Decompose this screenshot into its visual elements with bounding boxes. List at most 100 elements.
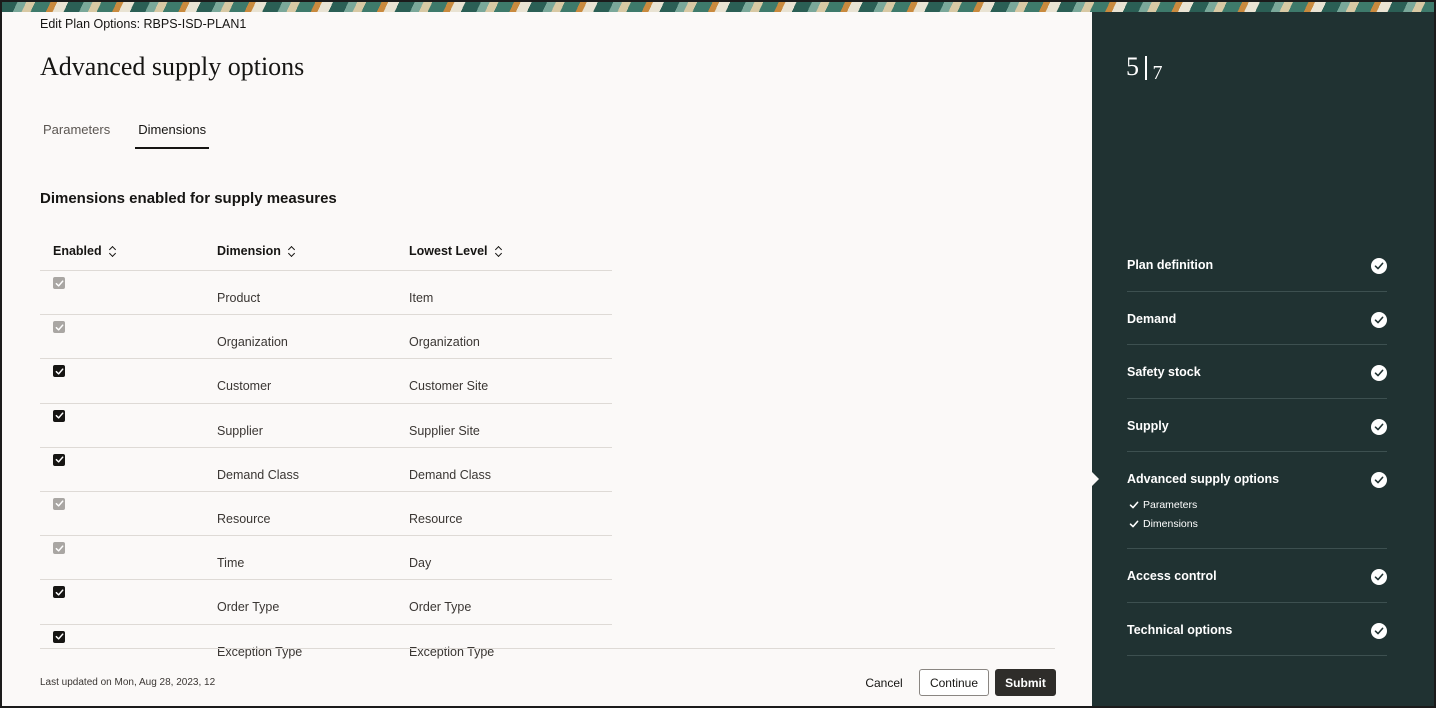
enabled-cell [40, 580, 217, 623]
train-stop-label: Advanced supply options [1127, 472, 1280, 486]
step-divider [1145, 56, 1147, 80]
last-updated-text: Last updated on Mon, Aug 28, 2023, 12 [40, 677, 216, 688]
lowest-level-cell: Supplier Site [409, 423, 480, 438]
dimension-cell: Customer [217, 379, 272, 394]
enabled-checkbox[interactable] [53, 630, 65, 643]
cancel-button[interactable]: Cancel [858, 669, 910, 696]
sub-step-parameters[interactable]: Parameters [1129, 499, 1197, 511]
check-circle-icon [1371, 418, 1387, 435]
enabled-cell [40, 315, 217, 358]
dimension-cell: Supplier [217, 423, 263, 438]
footer-divider [40, 648, 1055, 649]
lowest-level-cell: Demand Class [409, 467, 491, 482]
tab-dimensions[interactable]: Dimensions [135, 120, 210, 149]
tab-bar: Parameters Dimensions [40, 120, 231, 149]
enabled-checkbox[interactable] [53, 453, 65, 466]
page-title: Advanced supply options [40, 52, 305, 81]
enabled-cell [40, 359, 217, 402]
sub-step-dimensions[interactable]: Dimensions [1129, 518, 1198, 530]
dimension-cell: Resource [217, 511, 271, 526]
check-circle-icon [1371, 311, 1387, 328]
enabled-cell [40, 404, 217, 447]
continue-button[interactable]: Continue [919, 669, 989, 696]
enabled-checkbox [53, 542, 65, 555]
check-circle-icon [1371, 569, 1387, 585]
check-circle-icon [1371, 622, 1387, 639]
enabled-cell [40, 492, 217, 535]
dimension-cell: Exception Type [217, 644, 303, 659]
train-stop-label: Technical options [1127, 622, 1233, 637]
table-row: Time Day [40, 535, 612, 579]
train-stop-supply[interactable]: Supply [1127, 399, 1387, 452]
dimension-cell: Order Type [217, 600, 280, 615]
enabled-cell [40, 536, 217, 579]
lowest-level-cell: Day [409, 556, 432, 571]
table-row: Resource Resource [40, 490, 612, 535]
sort-icon[interactable] [495, 246, 503, 257]
dimension-cell: Product [217, 291, 261, 305]
dimensions-table: Enabled Dimension Lowest Level Product It… [40, 232, 612, 668]
column-header-dimension[interactable]: Dimension [217, 244, 409, 258]
table-row: Customer Customer Site [40, 358, 612, 402]
column-header-label: Enabled [53, 244, 102, 258]
checkmark-icon [1129, 500, 1143, 510]
lowest-level-cell: Exception Type [409, 644, 495, 659]
lowest-level-cell: Item [409, 291, 434, 305]
check-circle-icon [1371, 472, 1387, 488]
sort-icon[interactable] [288, 246, 296, 257]
check-circle-icon [1371, 365, 1387, 381]
train-stop-access-control[interactable]: Access control [1127, 549, 1387, 603]
lowest-level-cell: Customer Site [409, 379, 489, 394]
column-header-label: Dimension [217, 244, 281, 258]
section-title: Dimensions enabled for supply measures [40, 190, 337, 207]
lowest-level-cell: Order Type [409, 600, 472, 615]
train-stop-plan-definition[interactable]: Plan definition [1127, 238, 1387, 292]
tab-parameters[interactable]: Parameters [40, 120, 113, 149]
decorative-header-pattern [2, 2, 1434, 12]
breadcrumb: Edit Plan Options: RBPS-ISD-PLAN1 [40, 17, 247, 31]
enabled-cell [40, 448, 217, 491]
check-circle-icon [1371, 258, 1387, 274]
submit-button[interactable]: Submit [995, 669, 1056, 696]
table-row: Supplier Supplier Site [40, 402, 612, 447]
enabled-checkbox [53, 497, 65, 510]
column-header-enabled[interactable]: Enabled [40, 244, 217, 258]
table-row: Order Type Order Type [40, 579, 612, 623]
table-header: Enabled Dimension Lowest Level [40, 232, 612, 270]
app-frame: Edit Plan Options: RBPS-ISD-PLAN1 Advanc… [0, 0, 1436, 708]
train-stop-label: Demand [1127, 311, 1177, 326]
step-indicator: 5 7 [1126, 52, 1163, 85]
table-row: Exception Type Exception Type [40, 623, 612, 668]
sort-icon[interactable] [109, 246, 117, 257]
enabled-checkbox[interactable] [53, 409, 65, 422]
dimension-cell: Organization [217, 335, 288, 350]
dimension-cell: Time [217, 556, 245, 571]
enabled-cell [40, 625, 217, 668]
sub-step-label: Parameters [1143, 499, 1198, 511]
enabled-cell [40, 271, 217, 314]
dimension-cell: Demand Class [217, 467, 299, 482]
train-stop-technical-options[interactable]: Technical options [1127, 603, 1387, 656]
train-stop-label: Plan definition [1127, 258, 1214, 272]
step-current: 5 [1126, 52, 1139, 81]
table-row: Product Item [40, 270, 612, 314]
column-header-label: Lowest Level [409, 244, 488, 258]
train-stop-demand[interactable]: Demand [1127, 292, 1387, 345]
column-header-lowest-level[interactable]: Lowest Level [409, 244, 612, 258]
train-stop-label: Access control [1127, 569, 1217, 583]
progress-panel: 5 7 Plan definition Demand Safety stock Sup… [1092, 12, 1434, 706]
lowest-level-cell: Organization [409, 335, 480, 350]
table-body: Product Item Organization Organization Custo… [40, 270, 612, 668]
train-stop-label: Safety stock [1127, 365, 1201, 379]
enabled-checkbox[interactable] [53, 586, 65, 599]
sub-step-label: Dimensions [1143, 518, 1198, 530]
table-row: Organization Organization [40, 314, 612, 358]
step-total: 7 [1152, 62, 1163, 84]
enabled-checkbox[interactable] [53, 365, 65, 378]
lowest-level-cell: Resource [409, 511, 463, 526]
enabled-checkbox [53, 277, 65, 289]
train-stop-safety-stock[interactable]: Safety stock [1127, 345, 1387, 399]
table-row: Demand Class Demand Class [40, 446, 612, 491]
train-stop-advanced-supply-options[interactable]: Advanced supply options Parameters Dimensi… [1092, 452, 1387, 549]
train-stop-label: Supply [1127, 418, 1169, 433]
